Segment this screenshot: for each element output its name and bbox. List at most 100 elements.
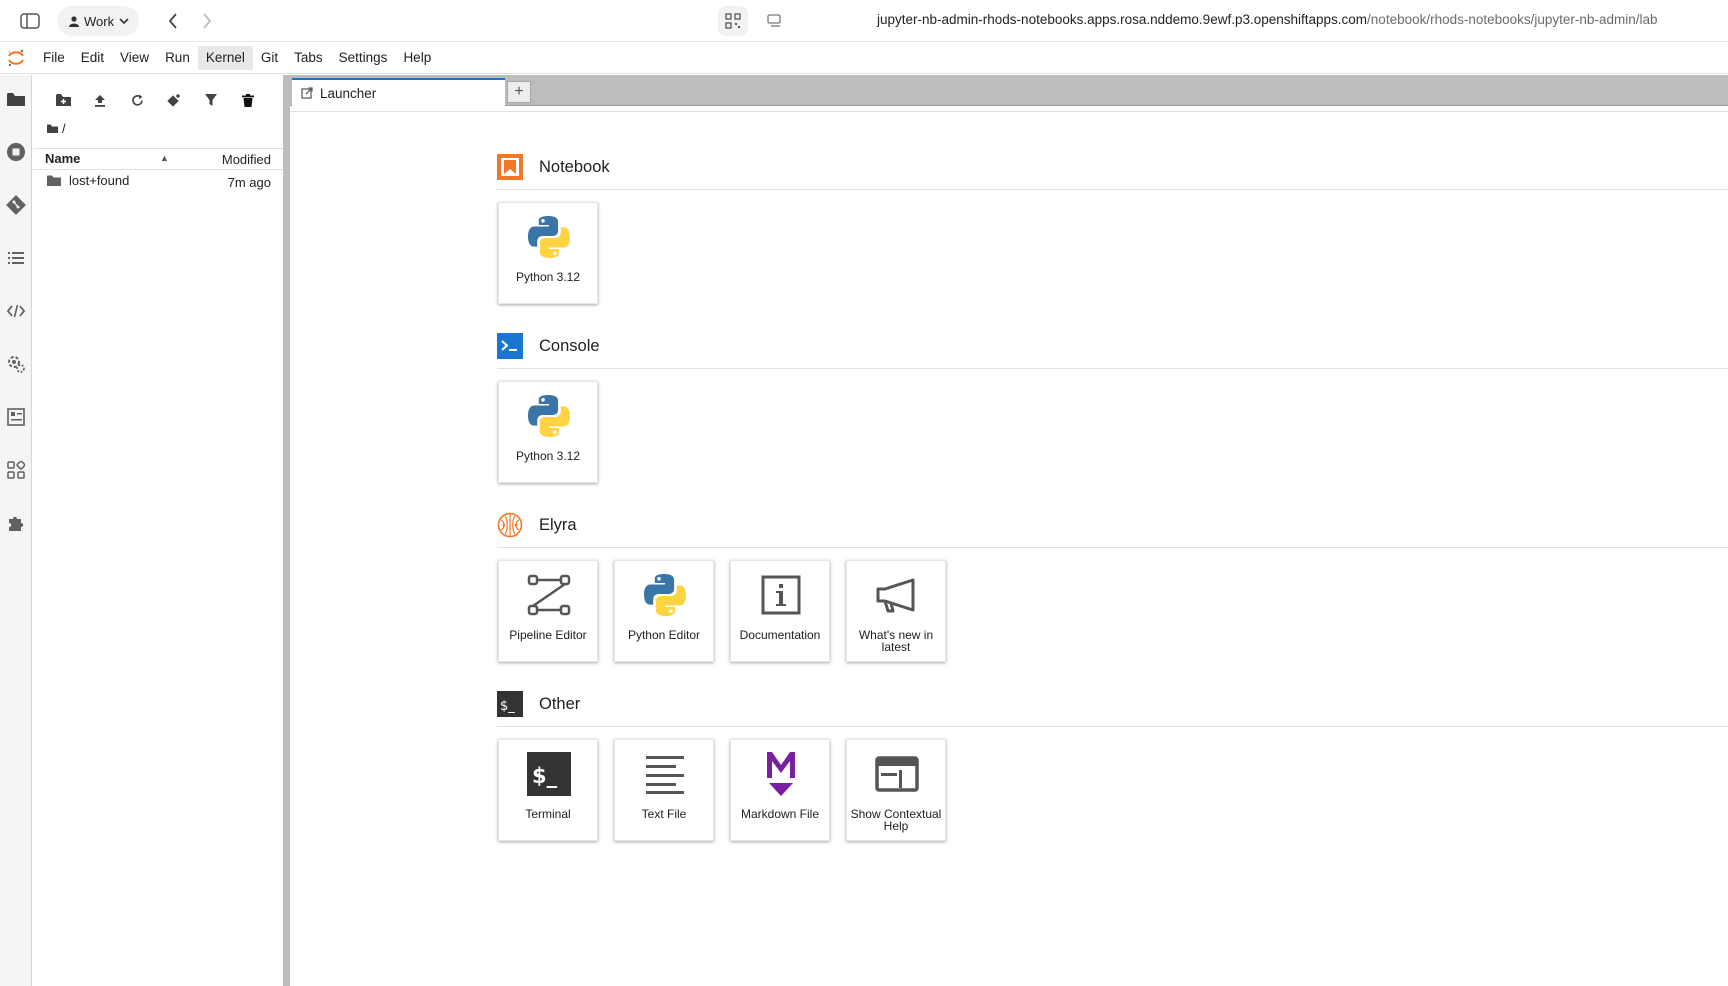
- column-modified[interactable]: Modified: [222, 152, 271, 167]
- sort-ascending-icon: ▲: [160, 153, 169, 163]
- card-row: Pipeline Editor Python Editor Documentat…: [498, 560, 946, 662]
- qr-code-icon[interactable]: [718, 6, 748, 36]
- section-header: Elyra: [497, 504, 1728, 548]
- menu-view[interactable]: View: [112, 46, 157, 70]
- launcher-panel: Notebook Python 3.12 Console Python 3.12: [290, 112, 1728, 986]
- breadcrumb[interactable]: /: [47, 121, 66, 136]
- python-logo-icon: [523, 211, 575, 263]
- section-header: Notebook: [497, 146, 1728, 190]
- other-section-icon: $_: [497, 691, 523, 717]
- url-path: /notebook/rhods-notebooks/jupyter-nb-adm…: [1367, 12, 1658, 27]
- section-title: Console: [539, 337, 600, 355]
- section-header: Console: [497, 325, 1728, 369]
- card-label: Python Editor: [627, 628, 701, 642]
- folder-icon: [47, 175, 61, 186]
- profile-button[interactable]: Work: [57, 6, 140, 36]
- svg-text:$_: $_: [500, 699, 515, 714]
- launcher-card-contextual-help[interactable]: Show Contextual Help: [846, 739, 946, 841]
- card-label: Markdown File: [740, 807, 820, 821]
- launcher-card-notebook-python[interactable]: Python 3.12: [498, 202, 598, 304]
- code-snippets-icon[interactable]: [4, 299, 28, 323]
- filter-icon[interactable]: [199, 88, 223, 112]
- menu-git[interactable]: Git: [253, 46, 286, 70]
- menu-help[interactable]: Help: [395, 46, 439, 70]
- card-label: Python 3.12: [515, 449, 581, 463]
- contextual-help-icon: [871, 748, 923, 800]
- launcher-card-documentation[interactable]: Documentation: [730, 560, 830, 662]
- profile-label: Work: [84, 13, 115, 29]
- components-icon[interactable]: [4, 458, 28, 482]
- markdown-icon: [755, 748, 807, 800]
- person-icon: [69, 15, 79, 27]
- card-label: Text File: [641, 807, 687, 821]
- panel-splitter[interactable]: [283, 75, 290, 986]
- menu-items: File Edit View Run Kernel Git Tabs Setti…: [35, 42, 439, 74]
- card-label: Pipeline Editor: [509, 628, 587, 642]
- menu-kernel[interactable]: Kernel: [197, 46, 253, 70]
- menu-run[interactable]: Run: [157, 46, 198, 70]
- launcher-card-terminal[interactable]: $_ Terminal: [498, 739, 598, 841]
- console-section-icon: [497, 333, 523, 359]
- card-row: $_ Terminal Text File Markdown File Show…: [498, 739, 946, 841]
- card-label: Python 3.12: [515, 270, 581, 284]
- left-activity-bar: [0, 75, 32, 986]
- chevron-down-icon: [119, 17, 129, 24]
- refresh-icon[interactable]: [125, 88, 149, 112]
- breadcrumb-path: /: [62, 121, 66, 136]
- address-bar[interactable]: jupyter-nb-admin-rhods-notebooks.apps.ro…: [877, 12, 1657, 27]
- menu-file[interactable]: File: [35, 46, 73, 70]
- menu-settings[interactable]: Settings: [331, 46, 396, 70]
- runtime-config-icon[interactable]: [4, 352, 28, 376]
- running-kernels-icon[interactable]: [4, 140, 28, 164]
- menu-tabs[interactable]: Tabs: [286, 46, 331, 70]
- launcher-icon: [301, 87, 313, 99]
- python-logo-icon: [523, 390, 575, 442]
- new-folder-icon[interactable]: [51, 88, 75, 112]
- elyra-section-icon: [497, 512, 523, 538]
- card-label: Show Contextual Help: [850, 807, 942, 833]
- launcher-card-text-file[interactable]: Text File: [614, 739, 714, 841]
- file-row[interactable]: lost+found 7m ago: [33, 171, 283, 193]
- forward-icon[interactable]: [192, 6, 222, 36]
- card-row: Python 3.12: [498, 381, 598, 483]
- card-label: Terminal: [525, 807, 571, 821]
- table-of-contents-icon[interactable]: [4, 246, 28, 270]
- sidebar-toggle-icon[interactable]: [15, 6, 45, 36]
- launcher-card-console-python[interactable]: Python 3.12: [498, 381, 598, 483]
- tab-launcher[interactable]: Launcher: [292, 78, 505, 106]
- megaphone-icon: [871, 569, 923, 621]
- launcher-card-markdown-file[interactable]: Markdown File: [730, 739, 830, 841]
- notebook-section-icon: [497, 154, 523, 180]
- upload-icon[interactable]: [88, 88, 112, 112]
- terminal-icon: $_: [523, 748, 575, 800]
- info-icon: [755, 569, 807, 621]
- add-tab-button[interactable]: +: [507, 81, 531, 103]
- file-browser-toolbar: [51, 88, 260, 112]
- launcher-card-python-editor[interactable]: Python Editor: [614, 560, 714, 662]
- menu-edit[interactable]: Edit: [73, 46, 112, 70]
- tab-label: Launcher: [320, 85, 377, 101]
- git-icon[interactable]: [4, 193, 28, 217]
- column-name[interactable]: Name: [45, 151, 80, 166]
- runtime-images-icon[interactable]: [4, 405, 28, 429]
- section-title: Other: [539, 695, 581, 713]
- site-info-icon[interactable]: [760, 6, 790, 36]
- launcher-card-pipeline-editor[interactable]: Pipeline Editor: [498, 560, 598, 662]
- main-tab-bar: Launcher +: [290, 75, 1728, 106]
- section-title: Notebook: [539, 158, 610, 176]
- extensions-puzzle-icon[interactable]: [4, 511, 28, 535]
- section-header: $_ Other: [497, 683, 1728, 727]
- launcher-card-whats-new[interactable]: What's new in latest: [846, 560, 946, 662]
- text-file-icon: [639, 748, 691, 800]
- folder-icon[interactable]: [4, 87, 28, 111]
- file-modified: 7m ago: [227, 175, 271, 190]
- folder-icon: [47, 124, 58, 133]
- trash-icon[interactable]: [236, 88, 260, 112]
- menubar: File Edit View Run Kernel Git Tabs Setti…: [0, 42, 1728, 74]
- card-row: Python 3.12: [498, 202, 598, 304]
- git-clone-icon[interactable]: [162, 88, 186, 112]
- jupyter-logo-icon: [8, 49, 24, 67]
- python-logo-icon: [639, 569, 691, 621]
- pipeline-icon: [523, 569, 575, 621]
- back-icon[interactable]: [158, 6, 188, 36]
